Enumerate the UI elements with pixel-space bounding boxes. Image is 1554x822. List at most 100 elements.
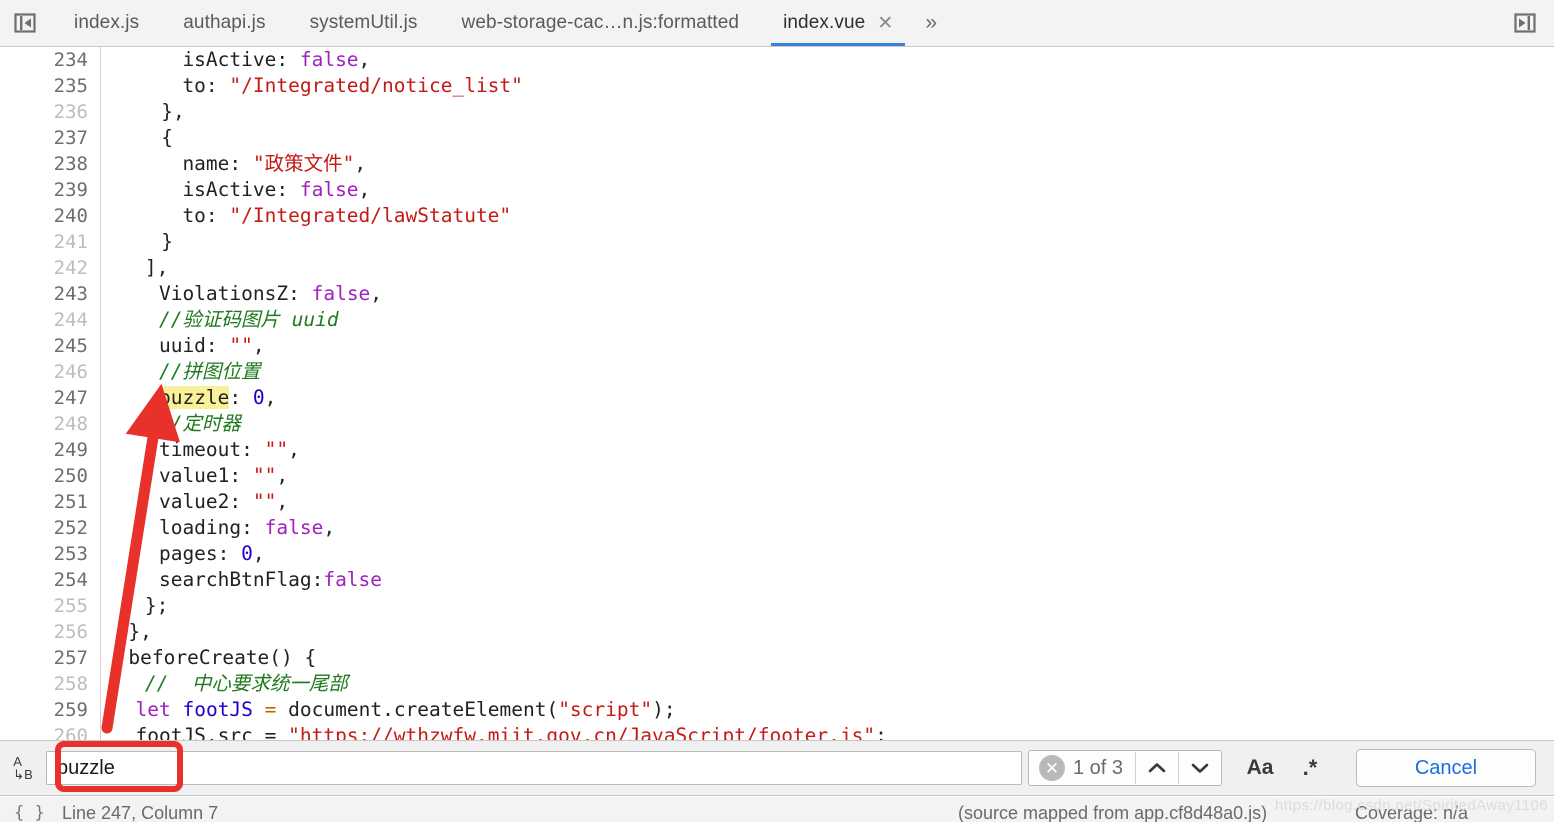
line-content: //拼图位置 [158, 360, 261, 383]
active-tab-indicator [771, 43, 906, 46]
line-content: loading: false, [112, 516, 336, 539]
line-content: isActive: false, [112, 178, 371, 201]
tab-index-js[interactable]: index.js [52, 0, 161, 46]
devtools-source-viewer: index.js authapi.js systemUtil.js web-st… [0, 0, 1554, 822]
line-content: //验证码图片 uuid [158, 308, 339, 331]
code-line: 253 pages: 0, [0, 541, 1554, 567]
line-number: 254 [53, 569, 88, 591]
line-number: 239 [53, 179, 88, 201]
token-string: "script" [558, 698, 653, 721]
annotation-box-search-input [55, 741, 183, 792]
status-bar: { } Line 247, Column 7 (source mapped fr… [0, 797, 1554, 822]
token-keyword: false [264, 516, 324, 539]
line-number: 253 [53, 543, 88, 565]
line-number: 241 [53, 231, 88, 253]
line-number: 256 [53, 621, 88, 643]
token-identifier: footJS [182, 698, 253, 721]
line-number: 252 [53, 517, 88, 539]
token-string: "" [229, 334, 253, 357]
token-string: "https://wthzwfw.miit.gov.cn/JavaScript/… [288, 724, 876, 740]
find-replace-icon-bottom: ↳B [13, 767, 33, 782]
regex-toggle[interactable]: .* [1288, 751, 1332, 785]
line-number: 258 [53, 673, 88, 695]
code-line: 256 }, [0, 619, 1554, 645]
line-number: 259 [53, 699, 88, 721]
find-next-button[interactable] [1178, 752, 1221, 784]
token-number: 0 [252, 386, 265, 409]
token-keyword: let [135, 698, 171, 721]
pretty-print-icon[interactable]: { } [14, 803, 45, 822]
line-content: ], [144, 256, 169, 279]
line-number: 240 [53, 205, 88, 227]
line-number: 235 [53, 75, 88, 97]
line-content: value2: "", [112, 490, 289, 513]
close-icon[interactable]: ✕ [877, 14, 893, 33]
code-line: 235 to: "/Integrated/notice_list" [0, 73, 1554, 99]
code-line: 246 //拼图位置 [0, 359, 1554, 385]
panel-collapse-right-icon[interactable] [1510, 10, 1540, 36]
panel-collapse-left-icon[interactable] [10, 10, 40, 36]
code-line: 242 ], [0, 255, 1554, 281]
find-counter-group: ✕ 1 of 3 [1027, 750, 1222, 786]
line-number: 257 [53, 647, 88, 669]
line-number: 246 [53, 361, 88, 383]
tab-label: index.vue [783, 12, 866, 33]
code-line: 240 to: "/Integrated/lawStatute" [0, 203, 1554, 229]
token-string: "" [264, 438, 289, 461]
line-content: beforeCreate() { [128, 646, 317, 669]
tab-label: systemUtil.js [309, 12, 418, 33]
line-content: isActive: false, [112, 48, 371, 71]
token-number: 0 [241, 542, 253, 565]
tab-label: index.js [74, 12, 140, 33]
code-line: 255 }; [0, 593, 1554, 619]
line-number: 251 [53, 491, 88, 513]
match-case-toggle[interactable]: Aa [1238, 751, 1282, 785]
tab-authapi-js[interactable]: authapi.js [161, 0, 287, 46]
code-line: 237 { [0, 125, 1554, 151]
line-content: { [161, 126, 174, 149]
tab-index-vue[interactable]: index.vue ✕ [761, 0, 915, 46]
line-content: //定时器 [158, 412, 241, 435]
clear-search-icon[interactable]: ✕ [1038, 755, 1065, 781]
match-counter: 1 of 3 [1072, 756, 1123, 779]
token-keyword: false [323, 568, 383, 591]
line-number: 250 [53, 465, 88, 487]
tab-systemutil-js[interactable]: systemUtil.js [288, 0, 440, 46]
line-content: // 中心要求统一尾部 [144, 672, 348, 695]
line-content: searchBtnFlag:false [112, 568, 383, 591]
token-string: "" [252, 464, 277, 487]
code-line: 244 //验证码图片 uuid [0, 307, 1554, 333]
line-content: to: "/Integrated/lawStatute" [112, 204, 512, 227]
search-match-highlight: puzzle [158, 386, 230, 409]
tab-web-storage-cache-js[interactable]: web-storage-cac…n.js:formatted [440, 0, 762, 46]
line-number: 237 [53, 127, 88, 149]
find-previous-button[interactable] [1135, 752, 1178, 784]
cursor-position: Line 247, Column 7 [62, 803, 219, 822]
cancel-button[interactable]: Cancel [1356, 749, 1536, 787]
find-bar: A ↳B ✕ 1 of 3 Aa .* Cancel [0, 740, 1554, 796]
search-input[interactable] [46, 751, 1022, 785]
token-string: "" [252, 490, 277, 513]
line-number: 255 [53, 595, 88, 617]
line-content: }, [128, 620, 152, 643]
code-line: 257 beforeCreate() { [0, 645, 1554, 671]
tab-overflow-icon[interactable]: » [915, 0, 947, 46]
find-replace-icon[interactable]: A ↳B [0, 755, 46, 781]
tab-list: index.js authapi.js systemUtil.js web-st… [52, 0, 947, 46]
line-content: value1: "", [112, 464, 289, 487]
code-line: 249 timeout: "", [0, 437, 1554, 463]
source-code-pane[interactable]: 234 isActive: false, 235 to: "/Integrate… [0, 47, 1554, 740]
line-content: }; [144, 594, 169, 617]
code-line: 239 isActive: false, [0, 177, 1554, 203]
line-content: footJS.src = "https://wthzwfw.miit.gov.c… [112, 723, 886, 740]
line-content: to: "/Integrated/notice_list" [112, 74, 523, 97]
line-number: 245 [53, 335, 88, 357]
line-number: 234 [53, 49, 88, 71]
token-string: "政策文件" [252, 152, 355, 175]
line-number: 249 [53, 439, 88, 461]
token-keyword: false [299, 178, 359, 201]
line-content: pages: 0, [112, 542, 265, 565]
tab-label: web-storage-cac…n.js:formatted [461, 12, 740, 33]
watermark: https://blog.csdn.net/SpiritedAway1106 [1274, 797, 1548, 814]
line-content: name: "政策文件", [112, 152, 367, 175]
